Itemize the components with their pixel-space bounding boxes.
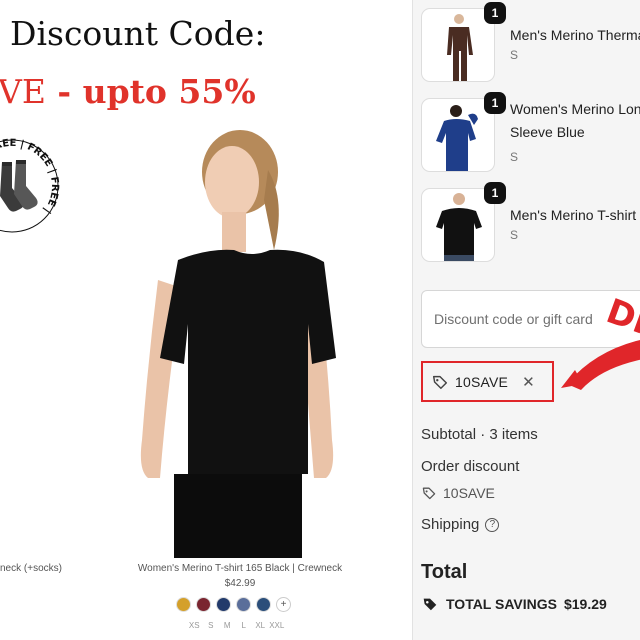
quantity-badge: 1 bbox=[484, 92, 506, 114]
cart-item-variant: S bbox=[510, 48, 519, 62]
cart-item-variant: S bbox=[510, 150, 519, 164]
promo-discount-line: VE - upto 55% bbox=[0, 72, 256, 111]
cart-item: 1 Men's Merino T-shirt S bbox=[421, 182, 640, 262]
color-swatch[interactable] bbox=[216, 597, 231, 612]
cart-item-name: Men's Merino T-shirt bbox=[510, 207, 637, 223]
cart-item: 1 Men's Merino Thermal S bbox=[421, 2, 640, 82]
order-discount-code-text: 10SAVE bbox=[443, 485, 495, 501]
applied-code-label: 10SAVE bbox=[455, 373, 509, 390]
promo-discount-text: - upto 55% bbox=[45, 72, 256, 111]
size-list: XS S M L XL XXL bbox=[186, 621, 285, 630]
product-model-image bbox=[140, 130, 336, 558]
order-discount-label: Order discount bbox=[421, 458, 520, 475]
size-option[interactable]: L bbox=[236, 621, 253, 630]
color-swatches: + bbox=[176, 597, 291, 612]
color-swatch[interactable] bbox=[176, 597, 191, 612]
previous-product-name[interactable]: neck (+socks) bbox=[0, 563, 62, 574]
product-name[interactable]: Women's Merino T-shirt 165 Black | Crewn… bbox=[135, 563, 345, 574]
tag-icon bbox=[432, 375, 448, 389]
size-option[interactable]: M bbox=[219, 621, 236, 630]
total-savings-row: TOTAL SAVINGS $19.29 bbox=[421, 595, 607, 613]
color-swatch[interactable] bbox=[236, 597, 251, 612]
subtotal-label: Subtotal · 3 items bbox=[421, 426, 538, 443]
product-price: $42.99 bbox=[224, 578, 256, 589]
annotation-arrow: DI bbox=[561, 291, 640, 390]
promo-code-fragment: VE bbox=[0, 72, 46, 111]
total-savings-label: TOTAL SAVINGS bbox=[446, 596, 557, 612]
more-colors-button[interactable]: + bbox=[276, 597, 291, 612]
color-swatch[interactable] bbox=[256, 597, 271, 612]
size-option[interactable]: XXL bbox=[269, 621, 286, 630]
color-swatch[interactable] bbox=[196, 597, 211, 612]
tag-icon bbox=[422, 487, 436, 500]
size-option[interactable]: XS bbox=[186, 621, 203, 630]
savings-tag-icon bbox=[423, 598, 437, 611]
promo-headline: Discount Code: bbox=[10, 14, 266, 53]
total-label: Total bbox=[421, 561, 468, 583]
cart-item-name: Men's Merino Thermal bbox=[510, 27, 640, 43]
shipping-label: Shipping bbox=[421, 516, 480, 533]
size-option[interactable]: S bbox=[203, 621, 220, 630]
total-savings-value: $19.29 bbox=[563, 596, 607, 612]
size-option[interactable]: XL bbox=[252, 621, 269, 630]
quantity-badge: 1 bbox=[484, 2, 506, 24]
shipping-row: Shipping ? bbox=[421, 516, 500, 533]
cart-item: 1 Women's Merino Long Sleeve Blue S bbox=[421, 92, 640, 172]
help-icon[interactable]: ? bbox=[485, 517, 500, 532]
cart-item-name: Women's Merino Long Sleeve Blue bbox=[510, 101, 640, 140]
order-discount-code: 10SAVE bbox=[421, 485, 495, 501]
cart-item-variant: S bbox=[510, 228, 519, 242]
applied-discount-chip: 10SAVE ✕ bbox=[421, 361, 554, 402]
free-socks-badge: FREE | FREE | FREE | FREE | bbox=[0, 138, 60, 233]
promo-panel: Discount Code: VE - upto 55% FREE | FREE… bbox=[0, 0, 412, 640]
quantity-badge: 1 bbox=[484, 182, 506, 204]
annotation-stamp-text: DI bbox=[601, 291, 640, 343]
remove-discount-icon[interactable]: ✕ bbox=[522, 373, 535, 391]
